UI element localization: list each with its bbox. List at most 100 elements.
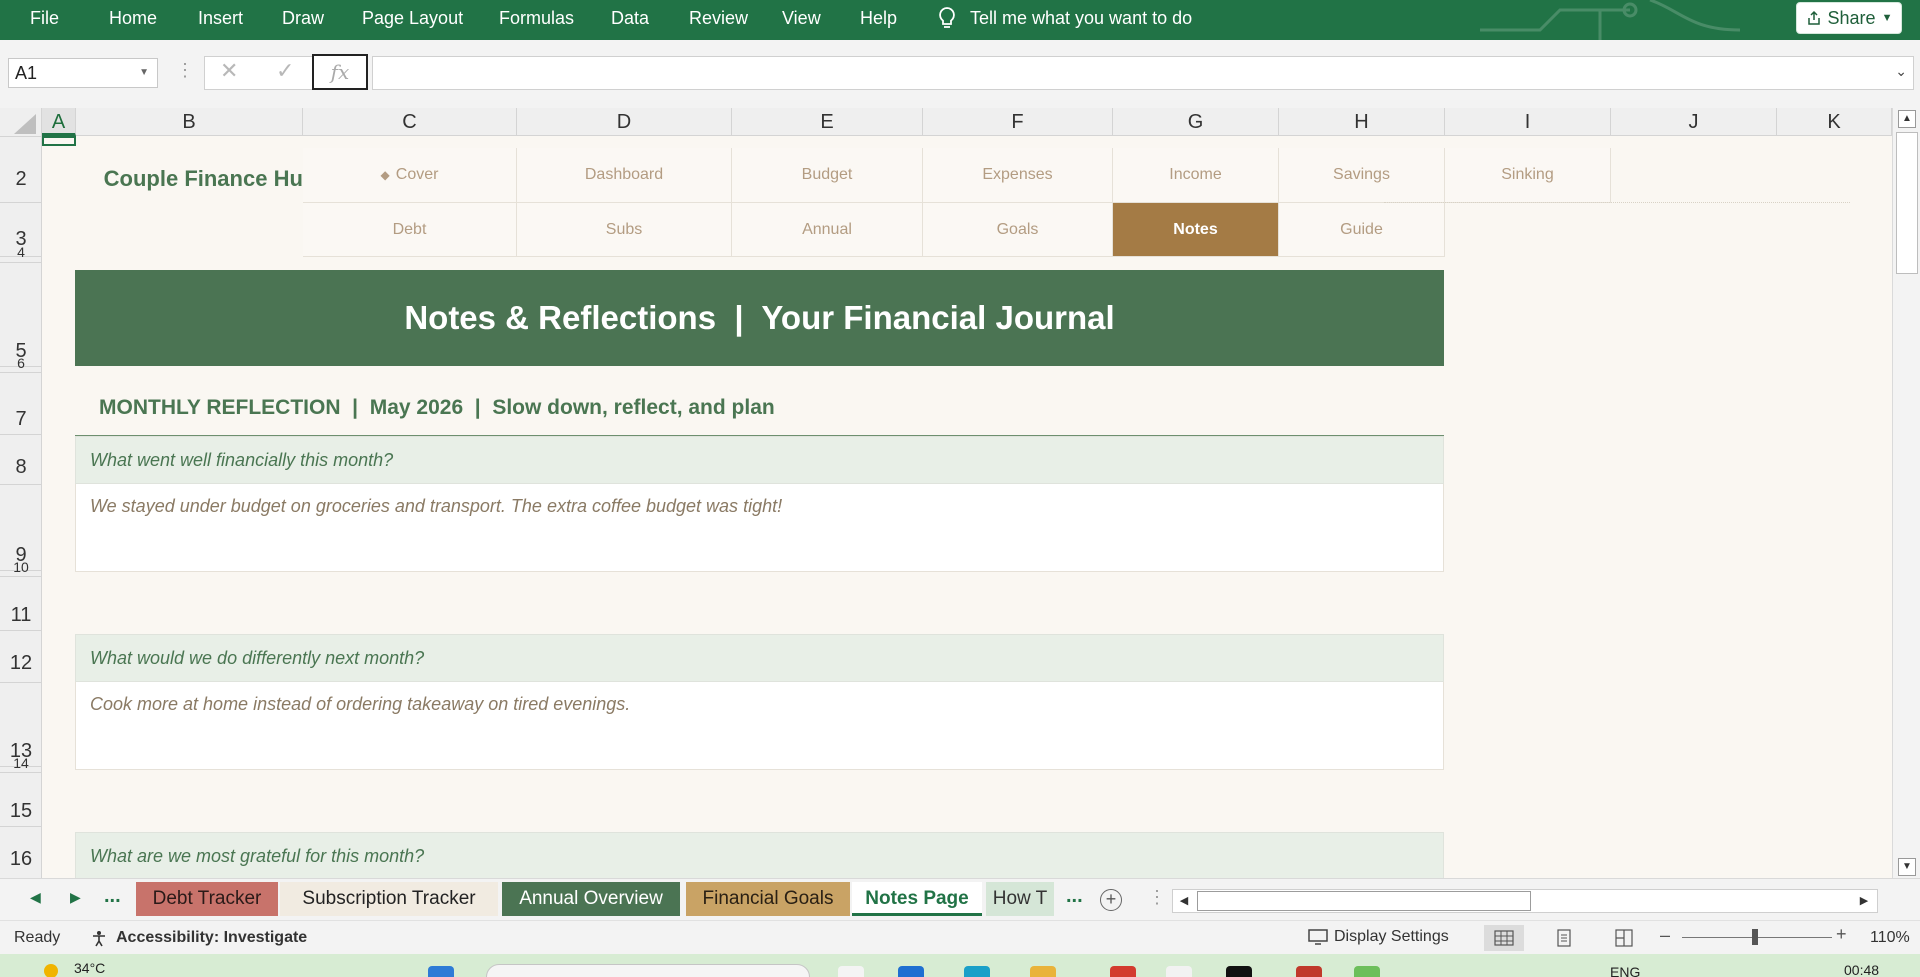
- add-sheet-icon[interactable]: +: [1100, 889, 1122, 911]
- menu-draw[interactable]: Draw: [282, 0, 324, 36]
- chevron-down-icon[interactable]: ▼: [139, 59, 149, 87]
- app-icon[interactable]: [1166, 966, 1192, 977]
- task-view-icon[interactable]: [838, 966, 864, 977]
- nav-subs[interactable]: Subs: [517, 203, 732, 257]
- nav-dashboard[interactable]: Dashboard: [517, 148, 732, 203]
- nav-budget[interactable]: Budget: [732, 148, 923, 203]
- nav-goals[interactable]: Goals: [923, 203, 1113, 257]
- excel-icon[interactable]: [1354, 966, 1380, 977]
- nav-annual[interactable]: Annual: [732, 203, 923, 257]
- folder-icon[interactable]: [1030, 966, 1056, 977]
- page-break-view-button[interactable]: [1604, 925, 1644, 951]
- nav-notes[interactable]: Notes: [1113, 203, 1279, 257]
- row-header[interactable]: 7: [0, 408, 41, 431]
- column-header-a[interactable]: A: [42, 108, 76, 136]
- column-header-d[interactable]: D: [517, 108, 732, 136]
- column-header-j[interactable]: J: [1611, 108, 1777, 136]
- column-header-c[interactable]: C: [303, 108, 517, 136]
- column-header-k[interactable]: K: [1777, 108, 1892, 136]
- formula-input[interactable]: ⌄: [372, 56, 1914, 90]
- menu-home[interactable]: Home: [109, 0, 157, 36]
- next-sheet-icon[interactable]: ▶: [70, 889, 81, 906]
- chrome-icon[interactable]: [1110, 966, 1136, 977]
- name-box[interactable]: A1 ▼: [8, 58, 158, 88]
- column-header-i[interactable]: I: [1445, 108, 1611, 136]
- windows-start-icon[interactable]: [428, 966, 454, 977]
- scroll-right-arrow-icon[interactable]: ▶: [1855, 892, 1873, 910]
- sheet-tab-annual-overview[interactable]: Annual Overview: [502, 882, 680, 916]
- sheet-tab-financial-goals[interactable]: Financial Goals: [686, 882, 850, 916]
- row-header[interactable]: 2: [0, 168, 41, 191]
- menu-page-layout[interactable]: Page Layout: [362, 0, 463, 36]
- clock[interactable]: 00:48: [1844, 962, 1879, 977]
- menu-help[interactable]: Help: [860, 0, 897, 36]
- row-header[interactable]: 11: [0, 604, 41, 627]
- answer-1[interactable]: We stayed under budget on groceries and …: [75, 484, 1444, 572]
- scroll-up-arrow-icon[interactable]: ▲: [1898, 110, 1916, 128]
- sheet-tab-debt-tracker[interactable]: Debt Tracker: [136, 882, 278, 916]
- menu-view[interactable]: View: [782, 0, 821, 36]
- menu-formulas[interactable]: Formulas: [499, 0, 574, 36]
- row-header[interactable]: 8: [0, 456, 41, 479]
- row-header[interactable]: 15: [0, 800, 41, 823]
- nav-savings[interactable]: Savings: [1279, 148, 1445, 203]
- sheet-tab-how-to[interactable]: How T: [986, 882, 1054, 916]
- app-icon[interactable]: [1296, 966, 1322, 977]
- scroll-down-arrow-icon[interactable]: ▼: [1898, 858, 1916, 876]
- enter-check-icon[interactable]: ✓: [276, 58, 294, 84]
- zoom-out-icon[interactable]: –: [1660, 925, 1670, 946]
- more-sheets-left[interactable]: ...: [104, 885, 121, 908]
- sheet-tab-notes-page[interactable]: Notes Page: [852, 882, 982, 916]
- row-header[interactable]: 16: [0, 848, 41, 871]
- column-header-h[interactable]: H: [1279, 108, 1445, 136]
- nav-income[interactable]: Income: [1113, 148, 1279, 203]
- row-header[interactable]: 14: [0, 758, 41, 768]
- normal-view-button[interactable]: [1484, 925, 1524, 951]
- nav-guide[interactable]: Guide: [1279, 203, 1445, 257]
- column-header-f[interactable]: F: [923, 108, 1113, 136]
- zoom-level[interactable]: 110%: [1870, 929, 1910, 947]
- menu-review[interactable]: Review: [689, 0, 748, 36]
- row-header[interactable]: 10: [0, 562, 41, 572]
- menu-insert[interactable]: Insert: [198, 0, 243, 36]
- horizontal-scroll-thumb[interactable]: [1197, 891, 1531, 911]
- language-indicator[interactable]: ENG: [1610, 964, 1640, 977]
- more-sheets-right[interactable]: ...: [1066, 885, 1083, 908]
- nav-debt[interactable]: Debt: [303, 203, 517, 257]
- row-header[interactable]: 12: [0, 652, 41, 675]
- weather-temperature[interactable]: 34°C: [74, 960, 105, 976]
- active-cell-a1[interactable]: [42, 136, 76, 146]
- edge-icon[interactable]: [964, 966, 990, 977]
- horizontal-scrollbar[interactable]: ◀ ▶: [1172, 889, 1878, 913]
- select-all-button[interactable]: [0, 108, 42, 136]
- prev-sheet-icon[interactable]: ◀: [30, 889, 41, 906]
- nav-cover[interactable]: ◆ Cover: [303, 148, 517, 203]
- app-icon[interactable]: [898, 966, 924, 977]
- row-header[interactable]: 6: [0, 358, 41, 368]
- share-button[interactable]: Share ▼: [1796, 2, 1902, 34]
- row-header[interactable]: 4: [0, 246, 41, 258]
- zoom-in-icon[interactable]: +: [1836, 924, 1847, 945]
- scroll-left-arrow-icon[interactable]: ◀: [1175, 892, 1193, 910]
- tab-splitter-icon[interactable]: ⋮: [1148, 887, 1166, 908]
- page-layout-view-button[interactable]: [1544, 925, 1584, 951]
- vertical-scroll-thumb[interactable]: [1896, 132, 1918, 274]
- terminal-icon[interactable]: [1226, 966, 1252, 977]
- expand-formula-icon[interactable]: ⌄: [1895, 63, 1907, 80]
- column-header-b[interactable]: B: [76, 108, 303, 136]
- tell-me-box[interactable]: Tell me what you want to do: [938, 0, 1192, 36]
- chevron-down-icon[interactable]: ▼: [1882, 12, 1893, 24]
- weather-sun-icon[interactable]: [44, 964, 58, 977]
- menu-data[interactable]: Data: [611, 0, 649, 36]
- nav-sinking[interactable]: Sinking: [1445, 148, 1611, 203]
- menu-file[interactable]: File: [30, 0, 59, 36]
- insert-function-button[interactable]: fx: [312, 54, 368, 90]
- accessibility-status[interactable]: Accessibility: Investigate: [90, 929, 307, 947]
- nav-expenses[interactable]: Expenses: [923, 148, 1113, 203]
- zoom-slider-thumb[interactable]: [1752, 929, 1758, 945]
- answer-2[interactable]: Cook more at home instead of ordering ta…: [75, 682, 1444, 770]
- sheet-tab-subscription-tracker[interactable]: Subscription Tracker: [280, 882, 498, 916]
- column-header-g[interactable]: G: [1113, 108, 1279, 136]
- cancel-icon[interactable]: ✕: [220, 58, 238, 84]
- display-settings[interactable]: Display Settings: [1308, 928, 1449, 946]
